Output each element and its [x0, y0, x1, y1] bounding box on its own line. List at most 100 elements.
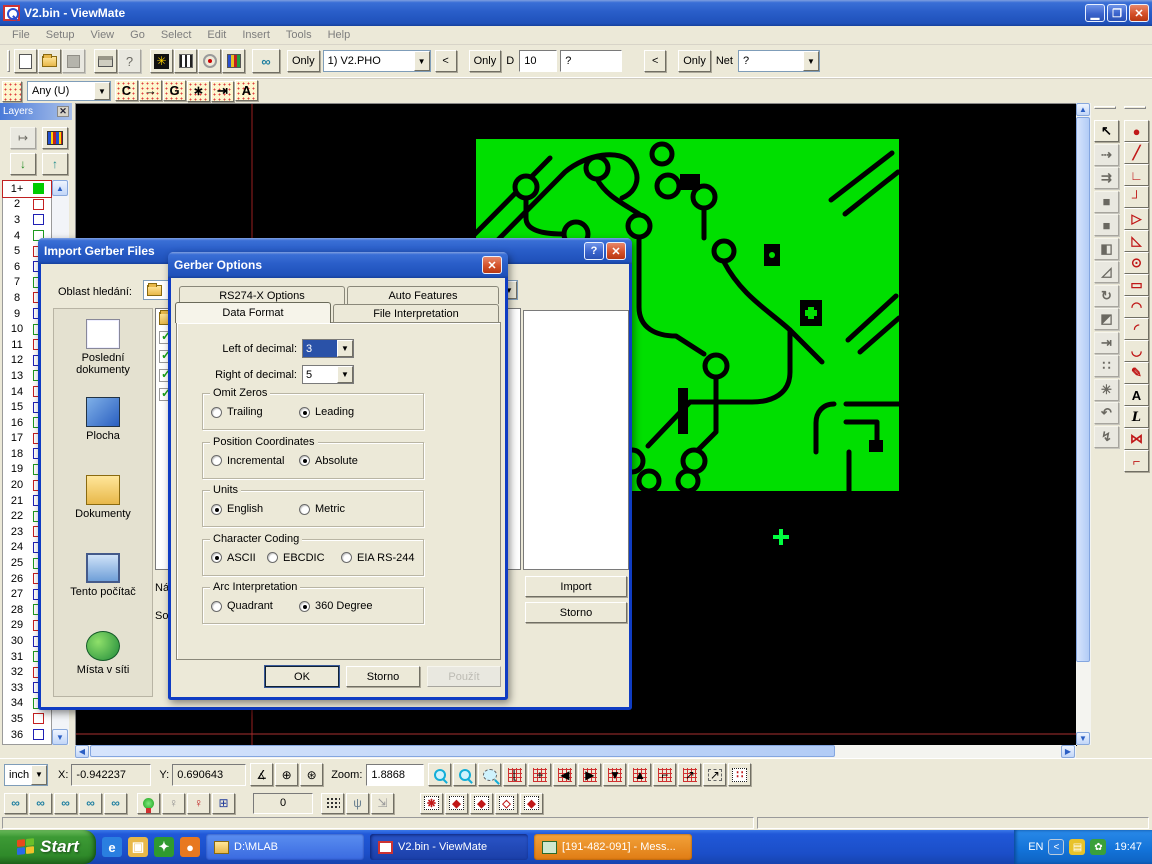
- draw-corner-icon[interactable]: ┘: [1124, 186, 1149, 208]
- radio-absolute[interactable]: Absolute: [299, 455, 387, 467]
- explorer-icon[interactable]: ▣: [128, 837, 148, 857]
- scroll-down-icon[interactable]: ▼: [52, 729, 68, 745]
- context-help-button[interactable]: ?: [118, 49, 141, 73]
- settings-gear-icon[interactable]: ✳: [1094, 379, 1119, 401]
- dictionary-icon[interactable]: ✦: [154, 837, 174, 857]
- menu-select[interactable]: Select: [153, 27, 200, 43]
- pan-left-button[interactable]: ◀: [553, 763, 576, 786]
- draw-rectangle-icon[interactable]: ▭: [1124, 274, 1149, 296]
- view-lines-mode-button[interactable]: ∞: [29, 793, 52, 814]
- draw-arc2-icon[interactable]: ◡: [1124, 340, 1149, 362]
- import-button[interactable]: Import: [525, 576, 627, 597]
- left-of-decimal-combo[interactable]: 3 ▼: [302, 339, 354, 358]
- lamp-off-button[interactable]: ♀: [162, 793, 185, 814]
- inspect-measure-button[interactable]: ∞: [252, 49, 280, 73]
- draw-text-icon[interactable]: A: [1124, 384, 1149, 406]
- scroll-left-icon[interactable]: ◀: [75, 745, 89, 758]
- lamp-probe-button[interactable]: ♀: [187, 793, 210, 814]
- scroll-right-icon[interactable]: ▶: [1061, 745, 1075, 758]
- chevron-down-icon[interactable]: ▼: [803, 51, 819, 71]
- layer-color-swatch[interactable]: [33, 729, 44, 740]
- highlight-on-button[interactable]: [137, 793, 160, 814]
- angle-measure-button[interactable]: ∡: [250, 763, 273, 786]
- chevron-down-icon[interactable]: ▼: [94, 82, 110, 100]
- zoom-selection-button[interactable]: [478, 763, 501, 786]
- step-repeat-icon[interactable]: ∷: [1094, 355, 1119, 377]
- select-trace-button[interactable]: →: [139, 80, 162, 101]
- only-dcode-button[interactable]: Only: [469, 50, 502, 72]
- menu-file[interactable]: File: [4, 27, 38, 43]
- radio-quadrant[interactable]: Quadrant: [211, 600, 299, 612]
- layer-film-button[interactable]: [42, 127, 68, 149]
- select-circle-button[interactable]: C: [115, 80, 138, 101]
- print-button[interactable]: [94, 49, 117, 73]
- radio-english[interactable]: English: [211, 503, 299, 515]
- fill-area-icon[interactable]: ■: [1094, 214, 1119, 236]
- pan-right-button[interactable]: ▶: [578, 763, 601, 786]
- draw-arc-icon[interactable]: ◠: [1124, 296, 1149, 318]
- flash-highlight-5-button[interactable]: ◆: [520, 793, 543, 814]
- zoom-tool-button[interactable]: [428, 763, 451, 786]
- selected-files-list[interactable]: [523, 310, 629, 570]
- draw-vector-icon[interactable]: ▷: [1124, 208, 1149, 230]
- radio-trailing[interactable]: Trailing: [211, 406, 299, 418]
- layer-color-swatch[interactable]: [33, 183, 44, 194]
- chevron-down-icon[interactable]: ▼: [337, 366, 353, 383]
- place-documents[interactable]: Dokumenty: [54, 475, 152, 520]
- net-combo[interactable]: ? ▼: [738, 50, 820, 72]
- layer-color-swatch[interactable]: [33, 713, 44, 724]
- vertical-scrollbar[interactable]: ▲ ▼: [1076, 103, 1091, 745]
- dcode-query-input[interactable]: ?: [560, 50, 622, 72]
- layer-columns-button[interactable]: [222, 49, 245, 73]
- zoom-out-grid-button[interactable]: ⌐: [653, 763, 676, 786]
- only-layer-button[interactable]: Only: [287, 50, 320, 72]
- place-network-places[interactable]: Místa v síti: [54, 631, 152, 676]
- layer-row[interactable]: 35: [3, 711, 51, 727]
- selection-filter-combo[interactable]: Any (U) ▼: [27, 81, 111, 101]
- prev-layer-button[interactable]: <: [435, 50, 457, 72]
- pad-view-button[interactable]: [198, 49, 221, 73]
- layer-row[interactable]: 1+: [3, 181, 51, 197]
- radio-metric[interactable]: Metric: [299, 503, 387, 515]
- open-file-button[interactable]: [38, 49, 61, 73]
- layer-row[interactable]: 3: [3, 212, 51, 228]
- ok-button[interactable]: OK: [265, 666, 339, 687]
- language-indicator[interactable]: EN: [1028, 841, 1043, 853]
- draw-dimension-icon[interactable]: ⋈: [1124, 428, 1149, 450]
- cancel-button[interactable]: Storno: [525, 602, 627, 623]
- chevron-down-icon[interactable]: ▼: [414, 51, 430, 71]
- dcode-input[interactable]: 10: [519, 50, 557, 72]
- new-file-button[interactable]: [14, 49, 37, 73]
- flash-highlight-2-button[interactable]: ◆: [445, 793, 468, 814]
- area-select-button[interactable]: ↗: [703, 763, 726, 786]
- split-window-button[interactable]: ⊞: [212, 793, 235, 814]
- undo-icon[interactable]: ↶: [1094, 402, 1119, 424]
- draw-circle-icon[interactable]: ⊙: [1124, 252, 1149, 274]
- start-button[interactable]: Start: [0, 830, 96, 864]
- only-net-button[interactable]: Only: [678, 50, 711, 72]
- pan-down-button[interactable]: ▼: [603, 763, 626, 786]
- relative-origin-button[interactable]: ⊛: [300, 763, 323, 786]
- place-recent-documents[interactable]: Poslední dokumenty: [54, 319, 152, 376]
- chevron-down-icon[interactable]: ▼: [337, 340, 353, 357]
- scroll-down-icon[interactable]: ▼: [1076, 732, 1090, 745]
- draw-curve-icon[interactable]: ◜: [1124, 318, 1149, 340]
- view-outline-mode-button[interactable]: ∞: [79, 793, 102, 814]
- flip-icon[interactable]: ◿: [1094, 261, 1119, 283]
- menu-view[interactable]: View: [82, 27, 122, 43]
- close-button[interactable]: ✕: [482, 256, 502, 274]
- draw-triangle-icon[interactable]: ◺: [1124, 230, 1149, 252]
- toolbar-handle[interactable]: [7, 50, 10, 72]
- ie-icon[interactable]: e: [102, 837, 122, 857]
- layer-up-button[interactable]: ↑: [42, 153, 68, 175]
- select-flash-button[interactable]: ∗: [187, 81, 210, 102]
- fill-solid-icon[interactable]: ■: [1094, 191, 1119, 213]
- grid-full-button[interactable]: +: [528, 763, 551, 786]
- move-to-icon[interactable]: ⇢: [1094, 144, 1119, 166]
- radio-ebcdic[interactable]: EBCDIC: [267, 552, 341, 564]
- radio-ascii[interactable]: ASCII: [211, 552, 267, 564]
- view-filled-mode-button[interactable]: ∞: [54, 793, 77, 814]
- dot-select-button[interactable]: ∷: [728, 763, 751, 786]
- zoom-value-input[interactable]: 1.8868: [366, 764, 424, 786]
- grid-dots-button[interactable]: [321, 793, 344, 814]
